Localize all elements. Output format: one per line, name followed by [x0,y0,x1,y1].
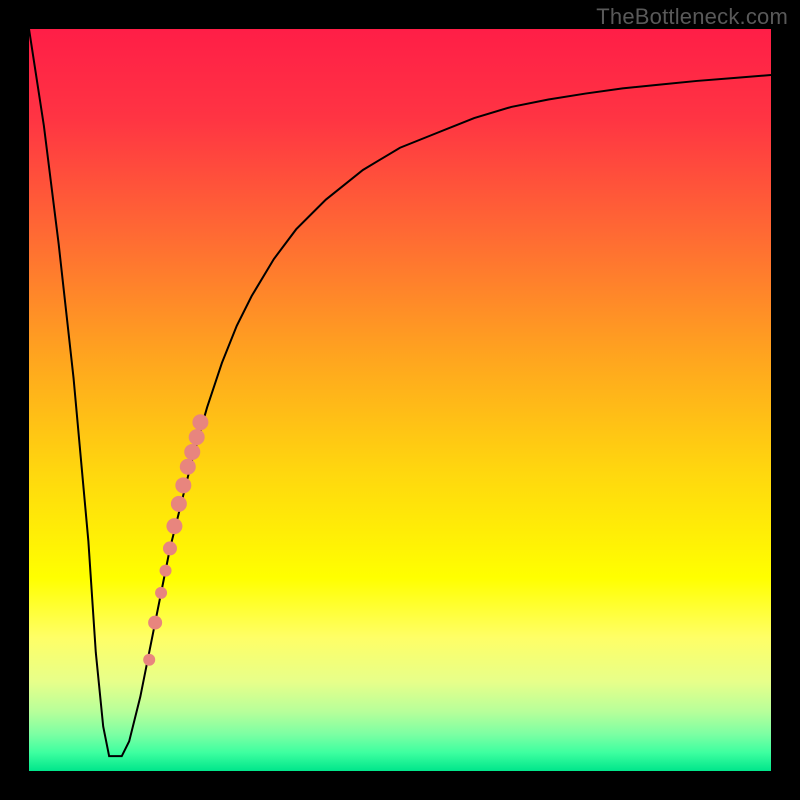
highlighted-point [192,414,208,430]
highlighted-point [175,477,191,493]
highlighted-point [166,518,182,534]
highlighted-point [189,429,205,445]
watermark-text: TheBottleneck.com [596,4,788,30]
highlighted-point [143,654,155,666]
highlighted-point [180,459,196,475]
highlighted-point [163,541,177,555]
gradient-background [29,29,771,771]
highlighted-point [148,616,162,630]
highlighted-point [155,587,167,599]
bottleneck-chart [29,29,771,771]
highlighted-point [171,496,187,512]
chart-frame: TheBottleneck.com [0,0,800,800]
chart-svg [29,29,771,771]
highlighted-point [184,444,200,460]
highlighted-point [160,565,172,577]
